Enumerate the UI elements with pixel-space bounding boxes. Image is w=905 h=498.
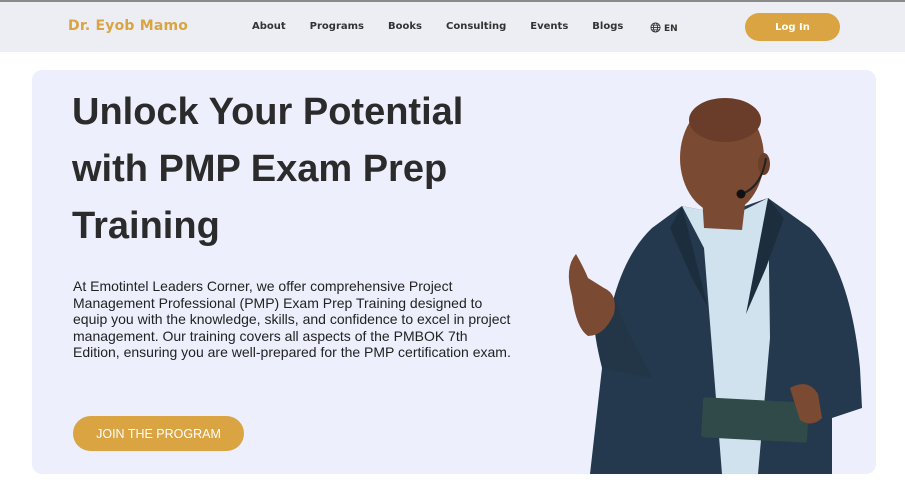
nav-consulting[interactable]: Consulting (446, 21, 506, 32)
nav-programs[interactable]: Programs (310, 21, 364, 32)
login-button[interactable]: Log In (745, 13, 840, 41)
hero-description: At Emotintel Leaders Corner, we offer co… (73, 278, 511, 360)
nav-books[interactable]: Books (388, 21, 422, 32)
globe-icon (650, 20, 661, 38)
navbar: Dr. Eyob Mamo About Programs Books Consu… (0, 2, 905, 52)
hero-section: Unlock Your Potential with PMP Exam Prep… (32, 70, 876, 474)
hero-title: Unlock Your Potential with PMP Exam Prep… (72, 91, 464, 247)
brand-logo[interactable]: Dr. Eyob Mamo (68, 18, 188, 34)
nav-events[interactable]: Events (530, 21, 568, 32)
nav-blogs[interactable]: Blogs (592, 21, 623, 32)
language-label: EN (664, 24, 678, 34)
nav-about[interactable]: About (252, 21, 286, 32)
language-selector[interactable]: EN (650, 20, 678, 38)
nav-links: About Programs Books Consulting Events B… (252, 21, 647, 32)
join-program-button[interactable]: JOIN THE PROGRAM (73, 416, 244, 451)
presenter-photo (568, 98, 862, 474)
